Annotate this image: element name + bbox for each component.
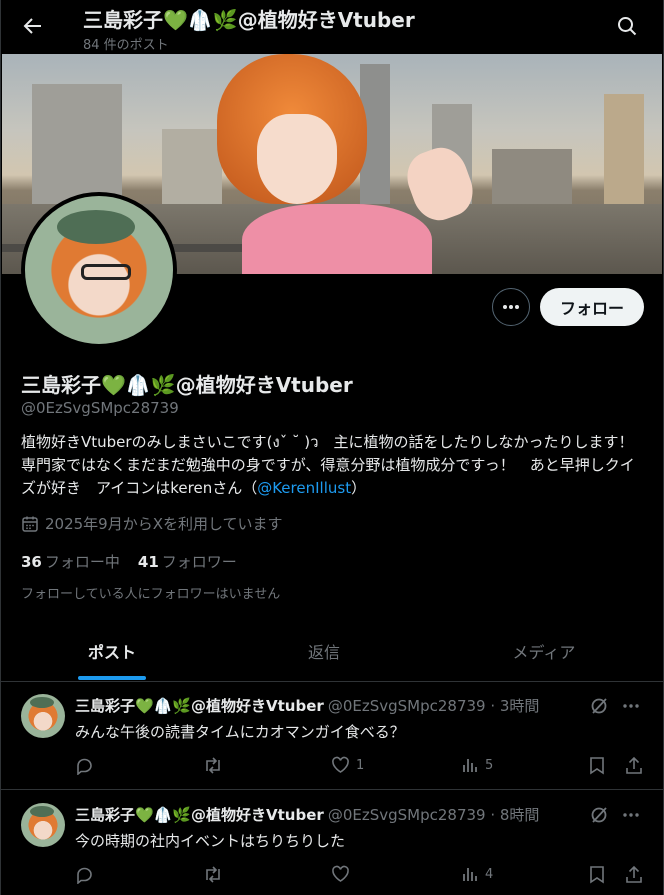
grok-button[interactable] <box>587 803 611 827</box>
bookmark-icon <box>589 756 605 775</box>
share-icon <box>625 865 643 884</box>
heart-icon <box>331 865 350 883</box>
repost-button[interactable] <box>203 865 229 884</box>
reply-icon <box>75 865 94 884</box>
tab-media[interactable]: メディア <box>425 620 663 681</box>
reply-button[interactable] <box>75 865 100 884</box>
back-button[interactable] <box>17 10 49 42</box>
grok-icon <box>589 696 609 716</box>
search-icon <box>617 16 637 36</box>
post-more-button[interactable] <box>619 694 643 718</box>
post-author-name[interactable]: 三島彩子💚🥼🌿@植物好きVtuber <box>75 697 324 715</box>
heart-icon <box>331 756 350 774</box>
ellipsis-icon <box>502 304 520 310</box>
post-handle-time: @0EzSvgSMpc28739 · 8時間 <box>327 806 540 824</box>
profile-display-name: 三島彩子💚🥼🌿@植物好きVtuber <box>21 373 353 397</box>
active-tab-indicator <box>78 676 146 680</box>
post-handle-time: @0EzSvgSMpc28739 · 3時間 <box>327 697 540 715</box>
header-title: 三島彩子💚🥼🌿@植物好きVtuber <box>83 8 415 32</box>
bookmark-button[interactable] <box>589 756 605 775</box>
post-avatar[interactable] <box>21 694 65 738</box>
like-button[interactable] <box>331 865 356 883</box>
share-button[interactable] <box>625 865 643 884</box>
grok-icon <box>589 805 609 825</box>
post-text: みんな午後の読書タイムにカオマンガイ食べる？ <box>75 723 405 741</box>
post-header: 三島彩子💚🥼🌿@植物好きVtuber @0EzSvgSMpc28739 · 3時間 <box>75 695 539 716</box>
tab-replies[interactable]: 返信 <box>223 620 425 681</box>
bio-end: ） <box>351 479 367 497</box>
profile-tabs: ポスト 返信 メディア <box>1 620 663 682</box>
top-bar: 三島彩子💚🥼🌿@植物好きVtuber 84 件のポスト <box>1 0 663 54</box>
reply-icon <box>75 756 94 775</box>
post-actions: 4 <box>75 865 645 889</box>
search-button[interactable] <box>611 10 643 42</box>
views-button[interactable]: 4 <box>461 865 493 883</box>
post-item[interactable]: 三島彩子💚🥼🌿@植物好きVtuber @0EzSvgSMpc28739 · 8時間… <box>1 791 663 895</box>
share-icon <box>625 756 643 775</box>
joined-date: 2025年9月からXを利用しています <box>21 513 283 534</box>
post-avatar[interactable] <box>21 803 65 847</box>
arrow-left-icon <box>23 16 43 36</box>
post-more-button[interactable] <box>619 803 643 827</box>
post-item[interactable]: 三島彩子💚🥼🌿@植物好きVtuber @0EzSvgSMpc28739 · 3時間… <box>1 682 663 790</box>
joined-text: 2025年9月からXを利用しています <box>45 515 283 533</box>
post-actions: 1 5 <box>75 756 645 780</box>
post-text: 今の時期の社内イベントはちりちりした <box>75 832 346 850</box>
bookmark-button[interactable] <box>589 865 605 884</box>
calendar-icon <box>21 515 39 533</box>
repost-icon <box>203 865 223 884</box>
followed-by-note: フォローしている人にフォロワーはいません <box>21 587 281 602</box>
post-header: 三島彩子💚🥼🌿@植物好きVtuber @0EzSvgSMpc28739 · 8時間 <box>75 804 539 825</box>
views-button[interactable]: 5 <box>461 756 493 774</box>
repost-icon <box>203 756 223 775</box>
following-link[interactable]: 36 フォロー中 <box>21 551 120 572</box>
tab-posts[interactable]: ポスト <box>1 620 223 681</box>
profile-bio: 植物好きVtuberのみしまさいこです(งˇ ˘ )ว 主に植物の話をしたりしな… <box>21 431 649 500</box>
reply-button[interactable] <box>75 756 100 775</box>
views-icon <box>461 756 479 774</box>
repost-button[interactable] <box>203 756 229 775</box>
post-author-name[interactable]: 三島彩子💚🥼🌿@植物好きVtuber <box>75 806 324 824</box>
share-button[interactable] <box>625 756 643 775</box>
follow-button[interactable]: フォロー <box>540 288 644 326</box>
profile-handle: @0EzSvgSMpc28739 <box>21 399 179 417</box>
profile-avatar[interactable] <box>21 192 177 348</box>
grok-button[interactable] <box>587 694 611 718</box>
views-icon <box>461 865 479 883</box>
bio-mention-link[interactable]: @KerenIllust <box>257 479 351 497</box>
profile-page: 三島彩子💚🥼🌿@植物好きVtuber 84 件のポスト フォロー 三島彩子💚🥼🌿… <box>0 0 664 895</box>
bookmark-icon <box>589 865 605 884</box>
follow-stats: 36 フォロー中 41 フォロワー <box>21 551 237 572</box>
ellipsis-icon <box>623 704 639 708</box>
like-button[interactable]: 1 <box>331 756 364 774</box>
more-options-button[interactable] <box>492 288 530 326</box>
ellipsis-icon <box>623 813 639 817</box>
post-count: 84 件のポスト <box>83 38 169 53</box>
followers-link[interactable]: 41 フォロワー <box>138 551 237 572</box>
